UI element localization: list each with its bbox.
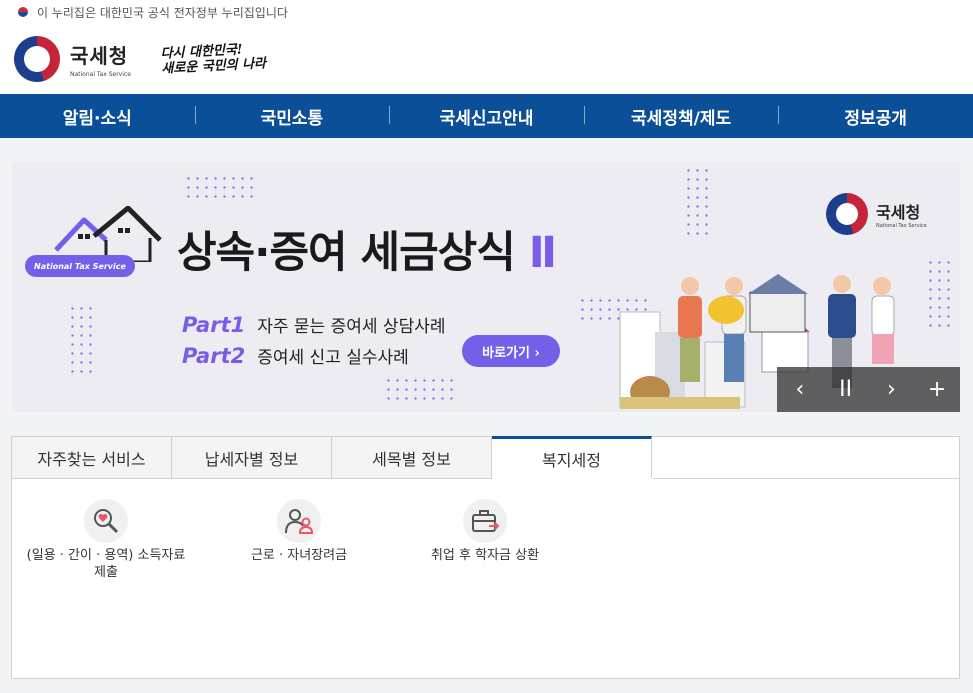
nav-item-tax-policy[interactable]: 국세정책/제도: [583, 104, 779, 129]
nts-emblem-icon: [826, 193, 868, 235]
dot-pattern: [926, 258, 954, 330]
briefcase-icon: [463, 499, 507, 543]
tab-welfare-tax[interactable]: 복지세정: [492, 436, 652, 478]
house-outline-icon: [54, 206, 162, 262]
tab-taxpayer-info[interactable]: 납세자별 정보: [172, 437, 332, 479]
magnifier-heart-icon: [84, 499, 128, 543]
service-label: 근로 · 자녀장려금: [250, 548, 348, 563]
more-banners-button[interactable]: +: [914, 367, 960, 412]
nav-item-news[interactable]: 알림·소식: [0, 104, 195, 129]
banner-go-button[interactable]: 바로가기 ›: [462, 335, 560, 367]
logo-english: National Tax Service: [70, 71, 131, 78]
people-icon: [277, 499, 321, 543]
service-label: (일용 · 간이 · 용역) 소득자료: [26, 548, 186, 563]
tab-tax-item-info[interactable]: 세목별 정보: [332, 437, 492, 479]
nts-pill-badge: National Tax Service: [25, 255, 135, 277]
dot-pattern: [684, 166, 712, 240]
banner-title-roman: Ⅱ: [528, 228, 557, 278]
nts-emblem-icon[interactable]: [14, 36, 60, 82]
dot-pattern: [384, 376, 458, 404]
banner-logo-korean: 국세청: [876, 203, 921, 222]
service-income-data-submit[interactable]: (일용 · 간이 · 용역) 소득자료 제출: [6, 499, 206, 581]
next-slide-button[interactable]: ›: [869, 367, 915, 412]
part1-text: 자주 묻는 증여세 상담사례: [257, 317, 446, 337]
prev-slide-button[interactable]: ‹: [777, 367, 823, 412]
logo-korean: 국세청: [70, 44, 129, 68]
service-label: 취업 후 학자금 상환: [430, 548, 540, 563]
banner-title-main: 상속·증여 세금상식: [177, 228, 516, 278]
part1-label: Part1: [182, 313, 246, 337]
banner-title: 상속·증여 세금상식 Ⅱ: [177, 218, 557, 280]
service-student-loan-repayment[interactable]: 취업 후 학자금 상환: [385, 499, 585, 564]
site-header: 국세청 National Tax Service 다시 대한민국! 새로운 국민…: [0, 24, 973, 94]
banner-part2: Part2 증여세 신고 실수사례: [182, 343, 409, 368]
service-tabs-panel: 자주찾는 서비스 납세자별 정보 세목별 정보 복지세정 (일용 · 간이 · …: [11, 436, 960, 679]
banner-part1: Part1 자주 묻는 증여세 상담사례: [182, 312, 446, 337]
site-logo[interactable]: 국세청 National Tax Service: [70, 40, 131, 78]
pause-slide-button[interactable]: II: [823, 367, 869, 412]
tab-frequent-services[interactable]: 자주찾는 서비스: [12, 437, 172, 479]
banner-slider-controls: ‹ II › +: [777, 367, 960, 412]
part2-label: Part2: [182, 344, 246, 368]
part2-text: 증여세 신고 실수사례: [257, 348, 409, 368]
service-earned-child-credit[interactable]: 근로 · 자녀장려금: [199, 499, 399, 564]
service-label-line2: 제출: [94, 565, 118, 580]
dot-pattern: [68, 304, 96, 374]
slogan-image: 다시 대한민국! 새로운 국민의 나라: [160, 41, 266, 76]
nav-item-info-disclosure[interactable]: 정보공개: [778, 104, 973, 129]
gov-notice-text: 이 누리집은 대한민국 공식 전자정부 누리집입니다: [37, 5, 288, 20]
taegukgi-flag-icon: [14, 6, 32, 18]
banner-nts-logo: 국세청 National Tax Service: [826, 193, 927, 235]
tab-list: 자주찾는 서비스 납세자별 정보 세목별 정보 복지세정: [12, 436, 959, 479]
dot-pattern: [184, 174, 258, 204]
banner-logo-english: National Tax Service: [876, 223, 927, 229]
nav-item-tax-filing-guide[interactable]: 국세신고안내: [389, 104, 584, 129]
main-navigation: 알림·소식 국민소통 국세신고안내 국세정책/제도 정보공개: [0, 94, 973, 138]
nav-item-communication[interactable]: 국민소통: [194, 104, 390, 129]
gov-notice-bar: 이 누리집은 대한민국 공식 전자정부 누리집입니다: [0, 0, 973, 24]
